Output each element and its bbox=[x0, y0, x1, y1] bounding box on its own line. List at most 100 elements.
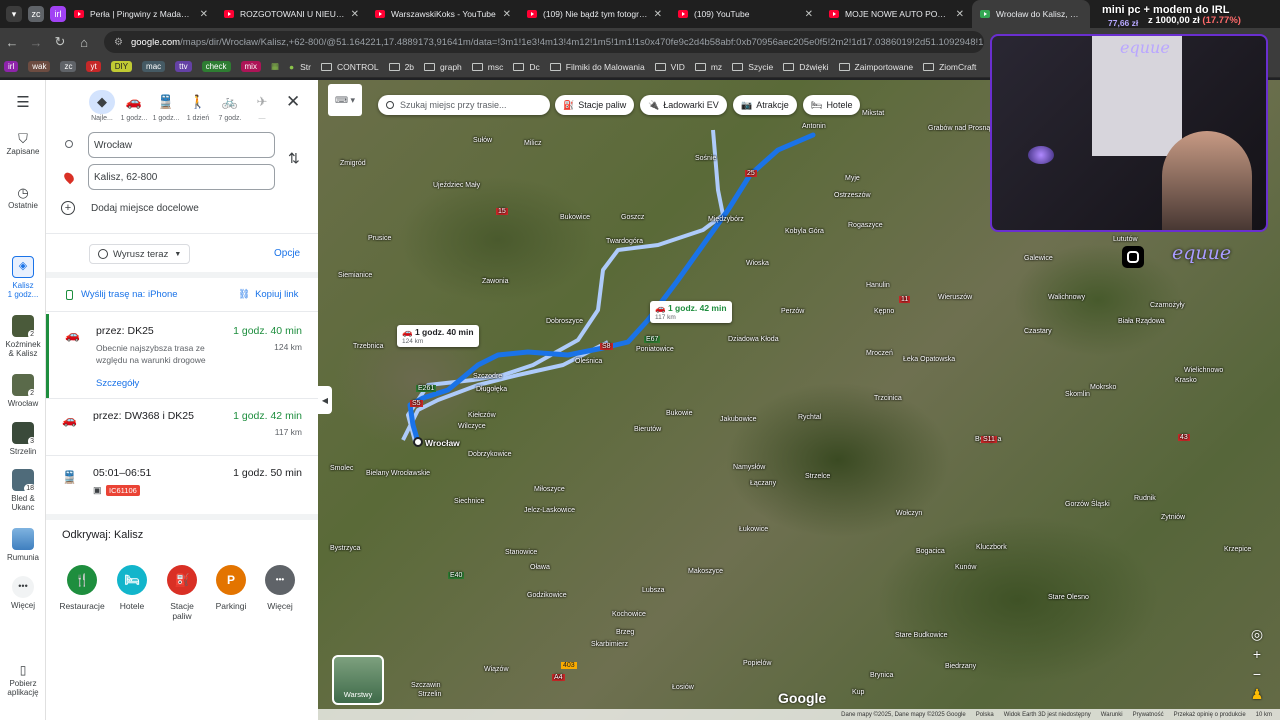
bookmark-folder-msc[interactable]: msc bbox=[471, 62, 503, 72]
reload-icon[interactable]: ↻ bbox=[48, 30, 72, 54]
bookmark-folder-2b[interactable]: 2b bbox=[388, 62, 414, 72]
bookmark-folder-graph[interactable]: graph bbox=[424, 62, 462, 72]
search-along-route-input[interactable]: Szukaj miejsc przy trasie... bbox=[378, 95, 550, 115]
feedback-link[interactable]: Przekaż opinię o produkcie bbox=[1174, 712, 1246, 718]
bookmark-yt[interactable]: yt bbox=[86, 61, 101, 72]
mode-car[interactable]: 🚗 1 godz... bbox=[118, 90, 150, 122]
keyboard-shortcuts-icon[interactable]: ⌨ ▾ bbox=[328, 84, 362, 116]
rail-item-kozminek[interactable]: 2 Koźminek & Kalisz bbox=[0, 315, 46, 358]
rail-more[interactable]: ••• Więcej bbox=[0, 576, 46, 610]
bookmark-folder-dzwieki[interactable]: Dźwięki bbox=[783, 62, 829, 72]
route-label-1[interactable]: 🚗 1 godz. 40 min 124 km bbox=[397, 325, 479, 347]
origin-input[interactable]: Wrocław bbox=[88, 132, 275, 158]
irl-tab-icon[interactable]: irl bbox=[50, 6, 66, 22]
mode-transit[interactable]: 🚆 1 godz... bbox=[150, 90, 182, 122]
tab-6-active[interactable]: Wrocław do Kalisz, 62-800 bbox=[972, 0, 1090, 28]
copy-link-button[interactable]: ⛓ Kopiuj link bbox=[238, 289, 298, 300]
bookmark-folder-ziomcraft[interactable]: ZiomCraft bbox=[923, 62, 976, 72]
route-option-transit[interactable]: 🚆 05:01–06:51 1 godz. 50 min ▣ IC61106 bbox=[46, 456, 318, 514]
menu-icon[interactable]: ☰ bbox=[0, 95, 46, 110]
bookmark-folder-zaimportowane[interactable]: Zaimportowane bbox=[838, 62, 913, 72]
site-info-icon[interactable]: ⚙ bbox=[114, 37, 123, 48]
zc-tab-icon[interactable]: zc bbox=[28, 6, 44, 22]
bookmark-mix[interactable]: mix bbox=[240, 61, 261, 72]
rail-item-bled[interactable]: 18 Bled & Ukanc bbox=[0, 469, 46, 512]
rail-item-kalisz[interactable]: ◈ Kalisz 1 godz... bbox=[0, 256, 46, 299]
bookmark-folder-control[interactable]: CONTROL bbox=[321, 62, 379, 72]
tab-3[interactable]: (109) Nie bądź tym fotografem ✕ bbox=[519, 0, 670, 28]
tab-2[interactable]: WarszawskiKoks - YouTube ✕ bbox=[367, 0, 519, 28]
route-details-link[interactable]: Szczegóły bbox=[96, 378, 139, 389]
bookmark-mac[interactable]: mac bbox=[142, 61, 166, 72]
tab-0[interactable]: Perła | Pingwiny z Madagaskaru✕ bbox=[66, 0, 216, 28]
mode-walk[interactable]: 🚶 1 dzień bbox=[182, 90, 214, 122]
forward-icon[interactable]: → bbox=[24, 30, 48, 54]
poi-parking[interactable]: P Parkingi bbox=[208, 565, 254, 611]
poi-more[interactable]: ••• Więcej bbox=[257, 565, 303, 611]
tab-search-icon[interactable]: ▾ bbox=[6, 6, 22, 22]
chip-hotels[interactable]: 🛏 Hotele bbox=[803, 95, 861, 115]
rail-get-app[interactable]: ▯ Pobierz aplikację bbox=[0, 664, 46, 697]
terms-link[interactable]: Warunki bbox=[1101, 712, 1123, 718]
route-label-2[interactable]: 🚗 1 godz. 42 min 117 km bbox=[650, 301, 732, 323]
bookmark-folder-dc[interactable]: Dc bbox=[513, 62, 540, 72]
zoom-in-icon[interactable]: + bbox=[1246, 644, 1268, 664]
bookmark-irl[interactable]: irl bbox=[4, 61, 19, 72]
options-button[interactable]: Opcje bbox=[274, 248, 300, 259]
mode-flight[interactable]: ✈ — bbox=[246, 90, 278, 122]
destination-input[interactable]: Kalisz, 62-800 bbox=[88, 164, 275, 190]
home-icon[interactable]: ⌂ bbox=[72, 30, 96, 54]
bookmark-folder-filmiki[interactable]: Filmiki do Malowania bbox=[549, 62, 645, 72]
mode-best[interactable]: ◆ Najle... bbox=[86, 90, 118, 122]
add-destination-button[interactable]: + Dodaj miejsce docelowe bbox=[61, 201, 199, 215]
bookmark-folder-szycie[interactable]: Szycie bbox=[732, 62, 773, 72]
close-tab-icon[interactable]: ✕ bbox=[200, 9, 208, 20]
my-location-icon[interactable]: ◎ bbox=[1246, 624, 1268, 644]
close-tab-icon[interactable]: ✕ bbox=[503, 9, 511, 20]
close-tab-icon[interactable]: ✕ bbox=[805, 9, 813, 20]
rail-saved[interactable]: ⛉ Zapisane bbox=[0, 132, 46, 156]
privacy-link[interactable]: Prywatność bbox=[1133, 712, 1164, 718]
bookmark-diy[interactable]: DIY bbox=[110, 61, 133, 72]
bookmark-wak[interactable]: wak bbox=[28, 61, 51, 72]
tab-5[interactable]: MOJE NOWE AUTO POTRZEBUJE✕ bbox=[821, 0, 972, 28]
chip-attractions[interactable]: 📷 Atrakcje bbox=[733, 95, 797, 115]
chip-ev-chargers[interactable]: 🔌 Ładowarki EV bbox=[640, 95, 727, 115]
leave-now-dropdown[interactable]: Wyrusz teraz ▼ bbox=[89, 244, 191, 264]
close-directions-icon[interactable]: ✕ bbox=[286, 92, 300, 112]
send-to-phone-button[interactable]: Wyślij trasę na: iPhone bbox=[66, 289, 178, 300]
tab-1[interactable]: ROZGOTOWANI U NIEUCZESANYCH✕ bbox=[216, 0, 367, 28]
mode-bike[interactable]: 🚲 7 godz. bbox=[214, 90, 246, 122]
route-option-1[interactable]: 🚗 przez: DK25 1 godz. 40 min Obecnie naj… bbox=[46, 314, 318, 398]
rail-recent[interactable]: ◷ Ostatnie bbox=[0, 186, 46, 210]
rail-item-rumunia[interactable]: Rumunia bbox=[0, 528, 46, 562]
poi-gas-stations[interactable]: ⛽ Stacje paliw bbox=[159, 565, 205, 621]
bookmark-ttv[interactable]: ttv bbox=[175, 61, 192, 72]
chip-gas-stations[interactable]: ⛽ Stacje paliw bbox=[555, 95, 635, 115]
route-option-2[interactable]: 🚗 przez: DW368 i DK25 1 godz. 42 min 117… bbox=[46, 399, 318, 455]
bookmark-grid-icon[interactable]: ▦ bbox=[271, 61, 279, 72]
map-place-label: Zawonia bbox=[482, 278, 509, 285]
layers-button[interactable]: Warstwy bbox=[332, 655, 384, 705]
back-icon[interactable]: ← bbox=[0, 30, 24, 54]
poi-restaurants[interactable]: 🍴 Restauracje bbox=[59, 565, 105, 611]
collapse-panel-icon[interactable]: ◀ bbox=[318, 386, 332, 414]
bookmark-str[interactable]: ● Str bbox=[289, 62, 311, 72]
address-bar[interactable]: ⚙ google.com/maps/dir/Wrocław/Kalisz,+62… bbox=[104, 31, 984, 53]
folder-icon bbox=[388, 62, 400, 71]
map-place-label: Goszcz bbox=[621, 214, 645, 221]
rail-item-wroclaw[interactable]: 2 Wrocław bbox=[0, 374, 46, 408]
swap-icon[interactable]: ⇅ bbox=[288, 150, 300, 167]
zoom-out-icon[interactable]: − bbox=[1246, 664, 1268, 684]
close-tab-icon[interactable]: ✕ bbox=[351, 9, 359, 20]
pegman-icon[interactable]: ♟ bbox=[1246, 684, 1268, 704]
close-tab-icon[interactable]: ✕ bbox=[654, 9, 662, 20]
tab-4[interactable]: (109) YouTube ✕ bbox=[670, 0, 821, 28]
rail-item-strzelin[interactable]: 3 Strzelin bbox=[0, 422, 46, 456]
bookmark-zc[interactable]: zc bbox=[60, 61, 77, 72]
bookmark-check[interactable]: check bbox=[201, 61, 231, 72]
poi-hotels[interactable]: 🛏 Hotele bbox=[109, 565, 155, 611]
close-tab-icon[interactable]: ✕ bbox=[956, 9, 964, 20]
bookmark-folder-mz[interactable]: mz bbox=[694, 62, 722, 72]
bookmark-folder-vid[interactable]: VID bbox=[654, 62, 685, 72]
